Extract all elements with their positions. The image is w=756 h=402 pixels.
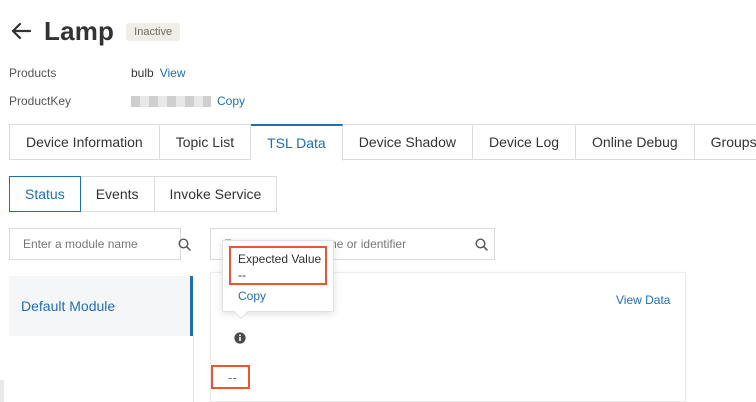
page-header: Lamp Inactive [10, 14, 181, 48]
products-label: Products [9, 66, 57, 80]
products-value: bulb [131, 66, 154, 80]
panel-divider [193, 336, 194, 402]
value-highlight-box [211, 365, 250, 389]
main-tabs: Device Information Topic List TSL Data D… [9, 124, 756, 161]
module-search-input[interactable] [10, 229, 178, 259]
info-icon[interactable] [234, 331, 246, 349]
tab-tsl-data[interactable]: TSL Data [251, 124, 343, 161]
productkey-row: ProductKey Copy [9, 94, 245, 108]
tab-device-log[interactable]: Device Log [472, 124, 577, 160]
subtab-events[interactable]: Events [80, 176, 155, 212]
arrow-left-icon[interactable] [10, 20, 32, 42]
products-view-link[interactable]: View [160, 66, 186, 80]
sub-tabs: Status Events Invoke Service [9, 176, 278, 212]
module-search-box [9, 228, 191, 260]
tab-online-debug[interactable]: Online Debug [576, 124, 695, 160]
page-title: Lamp [44, 15, 115, 46]
search-icon[interactable] [178, 237, 191, 251]
tab-groups[interactable]: Groups [694, 124, 756, 160]
productkey-masked-value [131, 95, 211, 107]
tab-device-shadow[interactable]: Device Shadow [342, 124, 473, 160]
search-icon[interactable] [468, 237, 494, 251]
tab-device-information[interactable]: Device Information [9, 124, 160, 160]
popover-highlight-box [229, 246, 327, 285]
products-row: Products bulb View [9, 66, 185, 80]
productkey-label: ProductKey [9, 94, 72, 108]
popover-copy-link[interactable]: Copy [238, 289, 266, 303]
subtab-invoke-service[interactable]: Invoke Service [154, 176, 278, 212]
productkey-copy-link[interactable]: Copy [217, 94, 245, 108]
tab-topic-list[interactable]: Topic List [159, 124, 252, 160]
edge-scroll-handle [0, 380, 4, 402]
view-data-link[interactable]: View Data [616, 293, 670, 307]
module-item-label: Default Module [21, 298, 116, 314]
status-badge: Inactive [126, 23, 181, 41]
subtab-status[interactable]: Status [9, 176, 81, 212]
module-item-default[interactable]: Default Module [9, 276, 193, 336]
